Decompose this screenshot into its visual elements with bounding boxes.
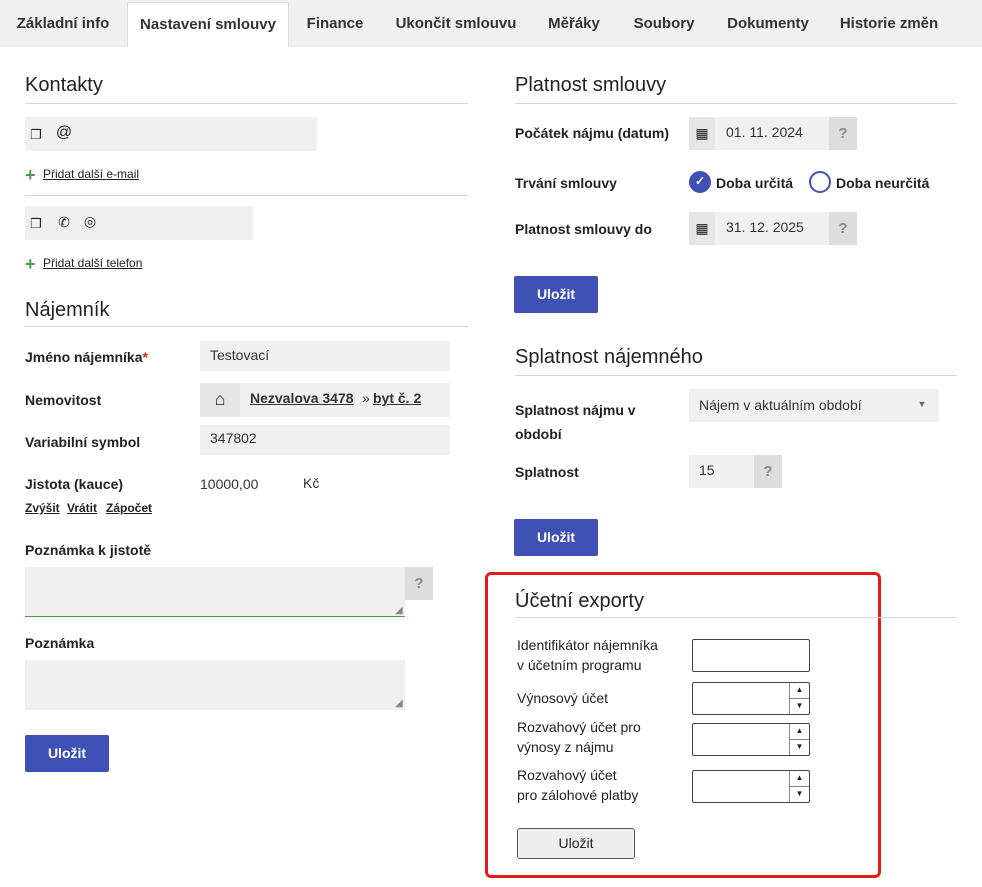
validity-save-button[interactable]: Uložit (514, 276, 598, 313)
deposit-label: Jistota (kauce) (25, 476, 124, 492)
calendar-icon: ▦ (695, 125, 709, 141)
exports-save-button[interactable]: Uložit (517, 828, 635, 859)
tenant-id-label: Identifikátor nájemníka v účetním program… (517, 637, 658, 673)
spin-up-icon[interactable]: ▲ (790, 724, 809, 740)
due-day-value: 15 (699, 462, 715, 478)
resize-handle-icon[interactable]: ◢ (395, 698, 403, 709)
duration-label: Trvání smlouvy (515, 175, 617, 191)
phone-icon: ✆ (58, 214, 70, 230)
property-link[interactable]: Nezvalova 3478 (250, 390, 354, 406)
home-icon: ⌂ (214, 389, 226, 409)
calendar-icon: ▦ (695, 220, 709, 236)
divider (515, 375, 957, 376)
spin-down-icon[interactable]: ▼ (790, 699, 809, 715)
spin-up-icon[interactable]: ▲ (790, 683, 809, 699)
copy-icon[interactable]: ❐ (28, 216, 44, 232)
balance-account-rent-label: Rozvahový účet pro výnosy z nájmu (517, 719, 641, 755)
deposit-note-label: Poznámka k jistotě (25, 542, 152, 558)
tab-finance[interactable]: Finance (290, 2, 380, 47)
copy-icon[interactable]: ❐ (28, 127, 44, 143)
spin-up-icon[interactable]: ▲ (790, 771, 809, 787)
unit-link[interactable]: byt č. 2 (373, 390, 421, 406)
property-label: Nemovitost (25, 392, 102, 408)
tab-history[interactable]: Historie změn (825, 2, 953, 47)
divider (515, 103, 957, 104)
variable-symbol-label: Variabilní symbol (25, 434, 141, 450)
spin-down-icon[interactable]: ▼ (790, 740, 809, 756)
spinner[interactable]: ▲ ▼ (789, 771, 809, 802)
end-date-label: Platnost smlouvy do (515, 221, 652, 237)
divider (515, 617, 957, 618)
resize-handle-icon[interactable]: ◢ (395, 605, 403, 616)
deposit-currency: Kč (303, 475, 320, 491)
end-date-value: 31. 12. 2025 (726, 219, 804, 235)
whatsapp-icon: ◎ (83, 213, 97, 229)
tab-basic-info[interactable]: Základní info (0, 2, 126, 47)
tab-meters[interactable]: Měřáky (532, 2, 616, 47)
help-icon[interactable]: ? (754, 455, 782, 488)
tenant-name-value: Testovací (210, 347, 270, 363)
email-input[interactable] (77, 117, 317, 151)
tenant-name-label: Jméno nájemníka* (25, 349, 148, 365)
divider (25, 326, 468, 327)
radio-indefinite-term[interactable] (809, 171, 831, 193)
tenant-heading: Nájemník (25, 299, 110, 321)
revenue-account-input[interactable]: ▲ ▼ (692, 682, 810, 715)
tab-end-contract[interactable]: Ukončit smlouvu (381, 2, 531, 47)
validity-heading: Platnost smlouvy (515, 74, 667, 96)
add-email-link[interactable]: Přidat další e-mail (43, 167, 139, 181)
due-heading: Splatnost nájemného (515, 346, 703, 368)
indefinite-term-label[interactable]: Doba neurčitá (836, 175, 929, 191)
deposit-value: 10000,00 (200, 476, 259, 492)
divider (25, 195, 468, 196)
add-phone-link[interactable]: Přidat další telefon (43, 256, 142, 270)
tab-contract-settings[interactable]: Nastavení smlouvy (127, 2, 289, 48)
deposit-offset-link[interactable]: Zápočet (106, 501, 152, 515)
balance-account-rent-input[interactable]: ▲ ▼ (692, 723, 810, 756)
deposit-increase-link[interactable]: Zvýšit (25, 501, 60, 515)
due-day-label: Splatnost (515, 464, 579, 480)
add-icon: + (25, 254, 36, 274)
due-save-button[interactable]: Uložit (514, 519, 598, 556)
spinner[interactable]: ▲ ▼ (789, 683, 809, 714)
tab-documents[interactable]: Dokumenty (712, 2, 824, 47)
help-icon[interactable]: ? (829, 212, 857, 245)
help-icon[interactable]: ? (405, 567, 433, 600)
start-date-label: Počátek nájmu (datum) (515, 125, 670, 141)
contacts-heading: Kontakty (25, 74, 103, 96)
start-date-value: 01. 11. 2024 (726, 124, 803, 140)
divider (25, 103, 468, 104)
period-select-value: Nájem v aktuálním období (699, 397, 862, 413)
caret-down-icon: ▼ (917, 399, 927, 409)
deposit-return-link[interactable]: Vrátit (67, 501, 97, 515)
tab-files[interactable]: Soubory (617, 2, 711, 47)
variable-symbol-value: 347802 (210, 430, 257, 446)
revenue-account-label: Výnosový účet (517, 690, 609, 706)
balance-account-advance-label: Rozvahový účet pro zálohové platby (517, 767, 639, 803)
help-icon[interactable]: ? (829, 117, 857, 150)
period-label: Splatnost nájmu v období (515, 402, 636, 442)
tenant-id-input[interactable] (692, 639, 810, 672)
check-icon: ✓ (694, 174, 706, 188)
deposit-note-textarea[interactable] (25, 567, 405, 617)
note-label: Poznámka (25, 635, 95, 651)
contract-settings-panel: Kontakty ❐ @ + Přidat další e-mail ❐ ✆ ◎… (0, 47, 982, 887)
add-icon: + (25, 165, 36, 185)
tab-bar: Základní info Nastavení smlouvy Finance … (0, 0, 982, 48)
fixed-term-label[interactable]: Doba určitá (716, 175, 793, 191)
breadcrumb-separator: » (362, 390, 370, 406)
accounting-exports-heading: Účetní exporty (515, 590, 644, 612)
spin-down-icon[interactable]: ▼ (790, 787, 809, 803)
note-textarea[interactable] (25, 660, 405, 710)
tenant-save-button[interactable]: Uložit (25, 735, 109, 772)
at-icon: @ (55, 124, 73, 141)
balance-account-advance-input[interactable]: ▲ ▼ (692, 770, 810, 803)
spinner[interactable]: ▲ ▼ (789, 724, 809, 755)
